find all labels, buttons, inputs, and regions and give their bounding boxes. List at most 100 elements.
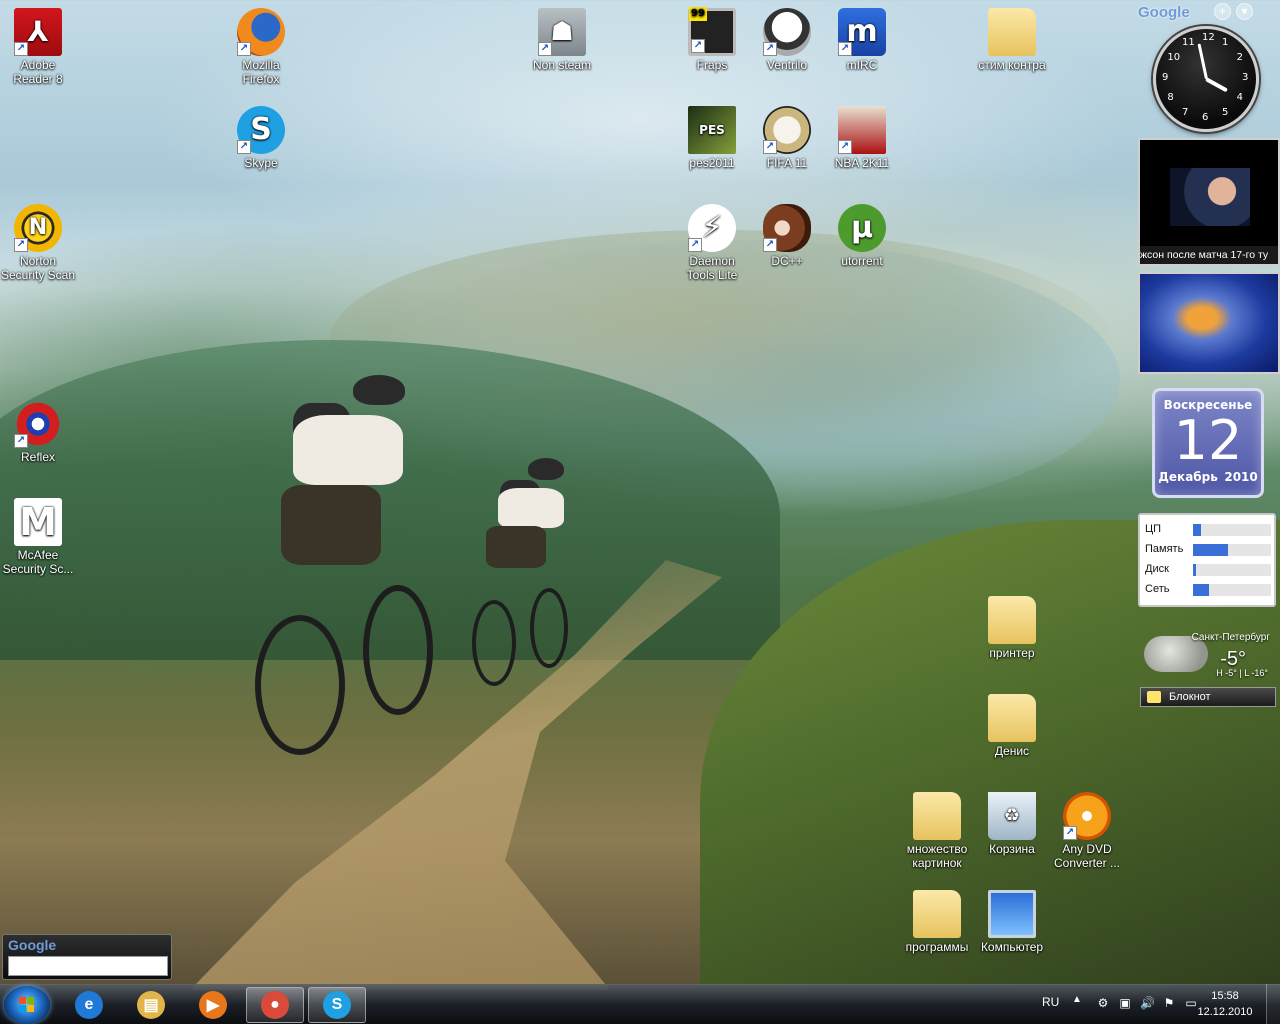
- clock-number: 10: [1167, 52, 1181, 63]
- desktop-icon-recycle-bin[interactable]: ♻ Корзина: [974, 792, 1050, 856]
- fifa-ball-icon: ↗: [763, 106, 811, 154]
- desktop-icon-fifa11[interactable]: ↗ FIFA 11: [749, 106, 825, 170]
- show-desktop-button[interactable]: [1266, 984, 1280, 1024]
- clock-number: 8: [1167, 92, 1174, 103]
- shortcut-arrow-icon: ↗: [763, 140, 777, 154]
- desktop-icon-label: Денис: [994, 744, 1030, 758]
- desktop-icon-label: Adobe Reader 8: [13, 58, 63, 86]
- steam-tray-icon[interactable]: ⚙: [1096, 996, 1110, 1010]
- desktop-icon-label: Ventrilo: [766, 58, 808, 72]
- notes-gadget[interactable]: Блокнот: [1140, 687, 1276, 707]
- desktop-icon-programs-folder[interactable]: программы: [899, 890, 975, 954]
- taskbar-skype-button[interactable]: S: [308, 987, 366, 1023]
- folder-icon: [913, 792, 961, 840]
- desktop-icon-label: Non steam: [532, 58, 592, 72]
- daemon-tools-icon: ⚡ ↗: [688, 204, 736, 252]
- desktop-icon-label: utorrent: [841, 254, 883, 268]
- volume-tray-icon[interactable]: 🔊: [1140, 996, 1155, 1010]
- desktop-icon-label: Any DVD Converter ...: [1053, 842, 1121, 870]
- desktop-icon-label: McAfee Security Sc...: [2, 548, 74, 576]
- taskbar-media-player-button[interactable]: ▶: [184, 987, 242, 1023]
- meter-bar: [1193, 564, 1271, 576]
- calendar-day: 12: [1173, 409, 1243, 472]
- desktop-icon-pes2011[interactable]: PES pes2011: [674, 106, 750, 170]
- desktop-icon-utorrent[interactable]: µ utorrent: [824, 204, 900, 268]
- meter-label: Память: [1145, 543, 1184, 555]
- network-tray-icon[interactable]: ▣: [1118, 996, 1132, 1010]
- weather-gadget[interactable]: Санкт-Петербург -5° H -5° | L -16°: [1140, 626, 1280, 686]
- shortcut-arrow-icon: ↗: [838, 140, 852, 154]
- shortcut-arrow-icon: ↗: [14, 238, 28, 252]
- desktop-icon-label: mIRC: [846, 58, 878, 72]
- desktop-icon-pictures-folder[interactable]: множество картинок: [899, 792, 975, 870]
- taskbar-clock[interactable]: 15:58 12.12.2010: [1190, 988, 1260, 1020]
- calendar-gadget[interactable]: Воскресенье 12 Декабрь 2010: [1152, 388, 1264, 498]
- notes-label: Блокнот: [1169, 691, 1211, 703]
- weather-city: Санкт-Петербург: [1191, 632, 1270, 643]
- clock-number: 5: [1222, 106, 1229, 118]
- skype-icon: S ↗: [237, 106, 285, 154]
- desktop-icon-reflex[interactable]: ↗ Reflex: [0, 400, 76, 464]
- desktop-icon-label: FIFA 11: [766, 156, 808, 170]
- media-player-icon: ▶: [199, 991, 227, 1019]
- dcpp-icon: ↗: [763, 204, 811, 252]
- wallpaper-cyclist-2: [470, 458, 580, 698]
- desktop-icon-dcpp[interactable]: ↗ DC++: [749, 204, 825, 268]
- clock-number: 2: [1236, 52, 1244, 63]
- cpu-meter-gadget[interactable]: ЦП Память Диск Сеть: [1138, 513, 1276, 607]
- clock-number: 11: [1182, 37, 1195, 49]
- firefox-icon: ↗: [237, 8, 285, 56]
- meter-bar: [1193, 544, 1271, 556]
- desktop-icon-mirc[interactable]: m ↗ mIRC: [824, 8, 900, 72]
- nba-player-icon: ↗: [838, 106, 886, 154]
- desktop-icon-label: Mozilla Firefox: [242, 58, 280, 86]
- desktop-icon-firefox[interactable]: ↗ Mozilla Firefox: [223, 8, 299, 86]
- clock-number: 7: [1182, 106, 1189, 118]
- action-center-icon[interactable]: ⚑: [1162, 996, 1176, 1010]
- desktop-icon-label: множество картинок: [906, 842, 968, 870]
- desktop-icon-fraps[interactable]: 99 ↗ Fraps: [674, 7, 750, 72]
- explorer-icon: ▤: [137, 991, 165, 1019]
- desktop-icon-daemon-tools[interactable]: ⚡ ↗ Daemon Tools Lite: [674, 204, 750, 282]
- fraps-counter-icon: 99: [689, 7, 707, 21]
- taskbar-chrome-button[interactable]: ●: [246, 987, 304, 1023]
- desktop-icon-nba2k11[interactable]: ↗ NBA 2K11: [824, 106, 900, 170]
- taskbar-internet-explorer-button[interactable]: e: [60, 987, 118, 1023]
- desktop-icon-ventrilo[interactable]: ↗ Ventrilo: [749, 8, 825, 72]
- calendar-month-year: Декабрь 2010: [1155, 470, 1261, 484]
- start-button[interactable]: [4, 986, 50, 1024]
- google-search-gadget: Google: [2, 934, 172, 980]
- folder-icon: [988, 8, 1036, 56]
- desktop-icon-mcafee[interactable]: M McAfee Security Sc...: [0, 498, 76, 576]
- desktop-icon-user-folder[interactable]: Денис: [974, 694, 1050, 758]
- language-indicator[interactable]: RU: [1042, 995, 1059, 1009]
- show-hidden-icons-button[interactable]: ▲: [1072, 994, 1082, 1005]
- notepad-icon: [1147, 691, 1161, 703]
- news-caption: жсон после матча 17-го ту: [1140, 246, 1278, 264]
- desktop-icon-printer-folder[interactable]: принтер: [974, 596, 1050, 660]
- meter-bar-fill: [1193, 524, 1201, 536]
- gadget-menu-button[interactable]: ▾: [1236, 3, 1253, 20]
- clock-number: 4: [1236, 92, 1244, 103]
- news-gadget[interactable]: жсон после матча 17-го ту: [1138, 138, 1280, 266]
- any-dvd-converter-icon: ↗: [1063, 792, 1111, 840]
- desktop-icon-adobe-reader[interactable]: ⅄ ↗ Adobe Reader 8: [0, 8, 76, 86]
- desktop-icon-skype[interactable]: S ↗ Skype: [223, 106, 299, 170]
- slideshow-gadget[interactable]: [1138, 272, 1280, 374]
- desktop-icon-label: Norton Security Scan: [0, 254, 76, 282]
- desktop-icon-stim-kontra[interactable]: стим контра: [974, 8, 1050, 72]
- desktop-icon-norton[interactable]: N ↗ Norton Security Scan: [0, 204, 76, 282]
- desktop-icon-computer[interactable]: Компьютер: [974, 890, 1050, 954]
- desktop-icon-any-dvd[interactable]: ↗ Any DVD Converter ...: [1049, 792, 1125, 870]
- skype-icon: S: [323, 991, 351, 1019]
- add-gadget-button[interactable]: +: [1214, 3, 1231, 20]
- google-search-input[interactable]: [8, 956, 168, 976]
- taskbar-explorer-button[interactable]: ▤: [122, 987, 180, 1023]
- desktop-icon-label: Reflex: [20, 450, 55, 464]
- clock-minute-hand: [1197, 43, 1208, 80]
- shortcut-arrow-icon: ↗: [688, 238, 702, 252]
- desktop-icon-non-steam[interactable]: ☗ ↗ Non steam: [524, 8, 600, 72]
- pes-icon: PES: [688, 106, 736, 154]
- clock-gadget[interactable]: 12 1 2 3 4 5 6 7 8 9 10 11: [1153, 26, 1259, 132]
- meter-label: Диск: [1145, 563, 1169, 575]
